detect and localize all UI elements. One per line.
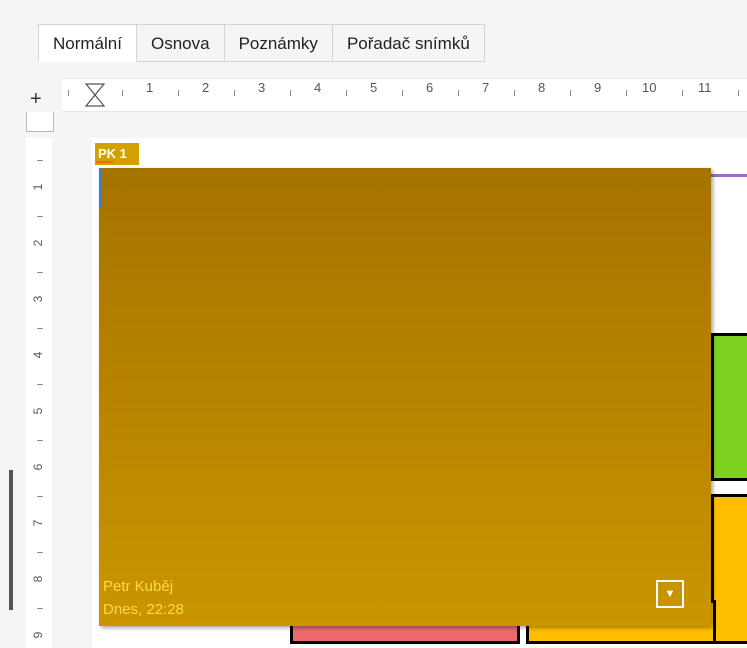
ruler-tick bbox=[37, 440, 43, 441]
indent-marker-icon[interactable] bbox=[84, 82, 106, 108]
slide-shape-yellow[interactable] bbox=[711, 494, 747, 644]
ruler-tick bbox=[37, 384, 43, 385]
comment-author: Petr Kuběj bbox=[103, 578, 174, 595]
comment-date: Dnes, 22:28 bbox=[103, 601, 184, 618]
ruler-tick bbox=[37, 552, 43, 553]
ruler-tick bbox=[626, 90, 627, 96]
ruler-tick bbox=[346, 90, 347, 96]
ruler-number: 7 bbox=[482, 80, 490, 95]
crosshair-icon: + bbox=[30, 88, 42, 110]
ruler-tick bbox=[570, 90, 571, 96]
ruler-tick bbox=[122, 90, 123, 96]
ruler-tick bbox=[290, 90, 291, 96]
ruler-tick bbox=[514, 90, 515, 96]
chevron-down-icon: ▼ bbox=[664, 588, 676, 600]
slide-shape-green[interactable] bbox=[711, 333, 747, 481]
ruler-number: 5 bbox=[31, 407, 45, 415]
ruler-number: 1 bbox=[146, 80, 154, 95]
sidebar-resize-handle[interactable] bbox=[9, 470, 13, 610]
ruler-tick bbox=[458, 90, 459, 96]
ruler-number: 6 bbox=[31, 463, 45, 471]
ruler-number: 2 bbox=[31, 239, 45, 247]
ruler-tick bbox=[37, 160, 43, 161]
ruler-number: 10 bbox=[642, 80, 657, 95]
ruler-tick bbox=[402, 90, 403, 96]
ruler-tick bbox=[68, 90, 69, 96]
ruler-number: 4 bbox=[31, 351, 45, 359]
ruler-tick bbox=[37, 272, 43, 273]
ruler-number: 4 bbox=[314, 80, 322, 95]
tab-slide-sorter[interactable]: Pořadač snímků bbox=[332, 24, 485, 62]
ruler-corner bbox=[26, 112, 54, 132]
ruler-tick bbox=[178, 90, 179, 96]
ruler-number: 6 bbox=[426, 80, 434, 95]
ruler-tick bbox=[37, 608, 43, 609]
ruler-number: 5 bbox=[370, 80, 378, 95]
ruler-number: 1 bbox=[31, 183, 45, 191]
ruler-number: 3 bbox=[258, 80, 266, 95]
ruler-tick bbox=[37, 328, 43, 329]
ruler-tick bbox=[37, 216, 43, 217]
ruler-number: 3 bbox=[31, 295, 45, 303]
comment-menu-button[interactable]: ▼ bbox=[656, 580, 684, 608]
ruler-tick bbox=[37, 496, 43, 497]
ruler-number: 11 bbox=[698, 80, 712, 95]
tab-outline[interactable]: Osnova bbox=[136, 24, 225, 62]
ruler-number: 2 bbox=[202, 80, 210, 95]
tab-normal[interactable]: Normální bbox=[38, 24, 137, 62]
ruler-number: 8 bbox=[538, 80, 546, 95]
spellcheck-underline bbox=[96, 161, 114, 163]
view-tabs: Normální Osnova Poznámky Pořadač snímků bbox=[38, 24, 485, 62]
text-cursor bbox=[99, 168, 101, 208]
ruler-number: 9 bbox=[594, 80, 602, 95]
comment-popup[interactable]: Petr Kuběj Dnes, 22:28 ▼ bbox=[99, 168, 711, 626]
ruler-tick bbox=[738, 90, 739, 96]
ruler-number: 7 bbox=[31, 519, 45, 527]
ruler-number: 8 bbox=[31, 575, 45, 583]
ruler-number: 9 bbox=[31, 631, 45, 639]
ruler-tick bbox=[682, 90, 683, 96]
ruler-tick bbox=[234, 90, 235, 96]
tab-notes[interactable]: Poznámky bbox=[224, 24, 333, 62]
